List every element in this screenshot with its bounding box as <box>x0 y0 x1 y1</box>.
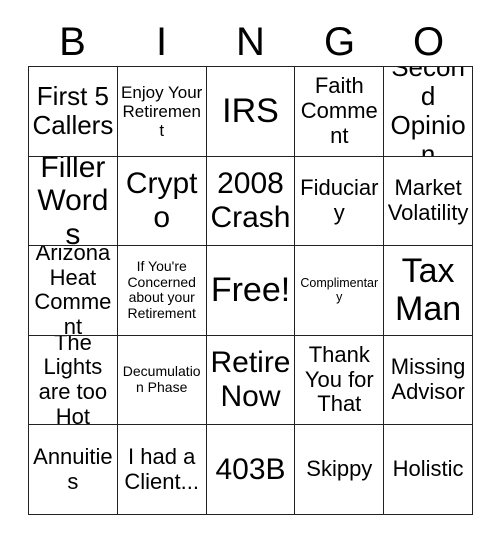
bingo-cell-label: Thank You for That <box>304 342 374 417</box>
bingo-cell[interactable]: I had a Client... <box>117 425 207 515</box>
bingo-cell-label: 403B <box>215 452 286 486</box>
bingo-card: B I N G O First 5 Callers Enjoy Your Reti… <box>0 0 500 544</box>
header-letter-o: O <box>412 20 445 64</box>
bingo-cell-label: First 5 Callers <box>32 81 114 141</box>
bingo-cell[interactable]: Holistic <box>384 425 473 515</box>
bingo-cell-label: Crypto <box>125 167 198 234</box>
bingo-cell-label: The Lights are too Hot <box>38 335 108 426</box>
bingo-cell[interactable]: If You're Concerned about your Retiremen… <box>117 246 207 336</box>
bingo-cell[interactable]: Filler Words <box>29 156 118 247</box>
bingo-cell-label: Faith Comment <box>300 73 378 148</box>
bingo-cell-label: Missing Advisor <box>390 354 466 405</box>
bingo-grid: First 5 Callers Enjoy Your Retirement IRS F… <box>28 66 473 515</box>
header-letter-i: I <box>155 20 168 64</box>
bingo-cell[interactable]: Retire Now <box>206 335 296 426</box>
bingo-cell[interactable]: Enjoy Your Retirement <box>117 67 207 157</box>
bingo-cell-label: Holistic <box>392 456 464 482</box>
header-letter-b: B <box>59 20 86 64</box>
bingo-cell[interactable]: Missing Advisor <box>384 335 473 426</box>
bingo-cell-label: Annuities <box>33 444 113 494</box>
bingo-row: Annuities I had a Client... 403B Skippy Holi… <box>29 425 473 515</box>
bingo-cell[interactable]: 403B <box>206 425 296 515</box>
bingo-free-space[interactable]: Free! <box>206 246 296 336</box>
bingo-cell-label: Fiduciary <box>300 175 379 225</box>
bingo-cell-label: Skippy <box>306 456 373 482</box>
bingo-cell[interactable]: Market Volatility <box>384 156 473 247</box>
bingo-cell[interactable]: Thank You for That <box>295 335 385 426</box>
bingo-cell-label: If You're Concerned about your Retiremen… <box>127 258 196 322</box>
bingo-cell-label: Retire Now <box>210 346 291 414</box>
bingo-cell-label: Free! <box>210 271 291 310</box>
bingo-row: Arizona Heat Comment If You're Concerned … <box>29 246 473 336</box>
bingo-cell[interactable]: Skippy <box>295 425 385 515</box>
bingo-cell-label: Complimentary <box>300 276 379 305</box>
bingo-cell[interactable]: Crypto <box>117 156 207 247</box>
bingo-cell-label: I had a Client... <box>124 444 199 494</box>
bingo-cell[interactable]: IRS <box>206 67 296 157</box>
bingo-cell-label: Tax Man <box>395 252 462 329</box>
bingo-cell-label: IRS <box>222 92 279 131</box>
bingo-cell[interactable]: The Lights are too Hot <box>29 335 118 426</box>
bingo-cell-label: Decumulation Phase <box>122 363 201 396</box>
bingo-row: Filler Words Crypto 2008 Crash Fiduciary Mar… <box>29 156 473 247</box>
bingo-row: The Lights are too Hot Decumulation Phase… <box>29 335 473 426</box>
bingo-cell[interactable]: Annuities <box>29 425 118 515</box>
bingo-cell-label: Enjoy Your Retirement <box>121 82 203 140</box>
bingo-cell[interactable]: Decumulation Phase <box>117 335 207 426</box>
bingo-cell-label: Arizona Heat Comment <box>34 246 112 336</box>
bingo-cell[interactable]: Second Opinion <box>384 67 473 157</box>
header-letter-n: N <box>236 20 265 64</box>
bingo-header: B I N G O <box>28 18 473 66</box>
bingo-cell[interactable]: First 5 Callers <box>29 67 118 157</box>
bingo-cell-label: Filler Words <box>37 156 109 247</box>
bingo-cell[interactable]: Tax Man <box>384 246 473 336</box>
bingo-cell[interactable]: Complimentary <box>295 246 385 336</box>
bingo-cell[interactable]: Arizona Heat Comment <box>29 246 118 336</box>
bingo-cell-label: Market Volatility <box>387 175 469 225</box>
bingo-cell[interactable]: Fiduciary <box>295 156 385 247</box>
bingo-cell[interactable]: 2008 Crash <box>206 156 296 247</box>
bingo-row: First 5 Callers Enjoy Your Retirement IRS F… <box>29 67 473 157</box>
bingo-cell-label: 2008 Crash <box>210 167 291 234</box>
header-letter-g: G <box>323 20 356 64</box>
bingo-cell-label: Second Opinion <box>390 67 466 157</box>
bingo-cell[interactable]: Faith Comment <box>295 67 385 157</box>
